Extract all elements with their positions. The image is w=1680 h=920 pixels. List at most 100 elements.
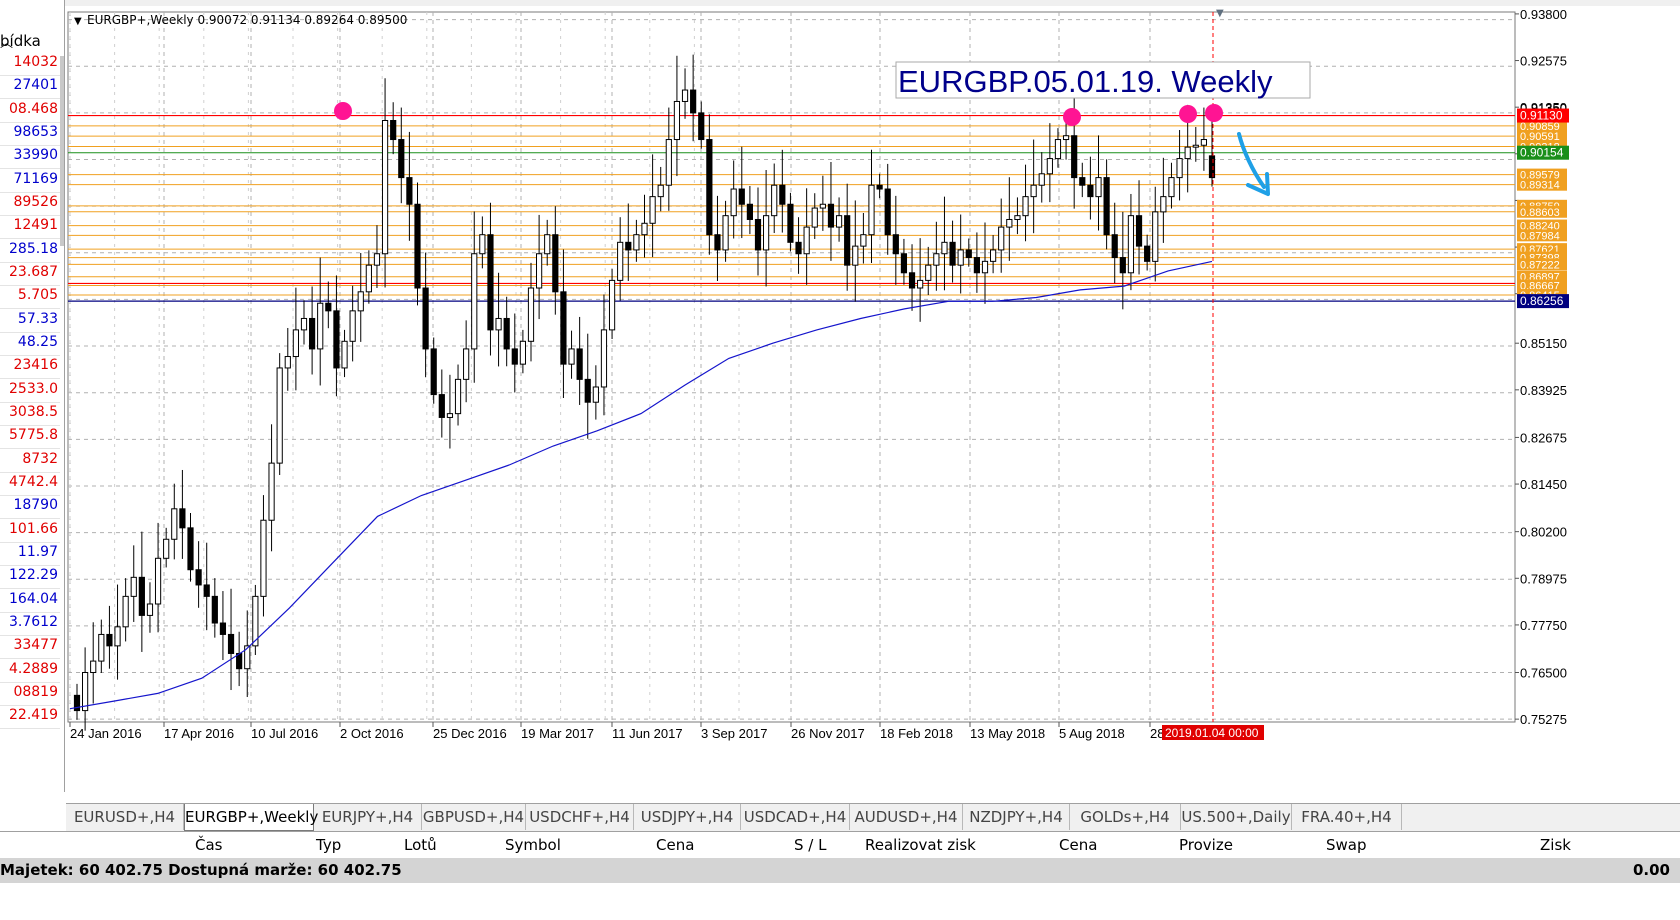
candle-body [1103, 177, 1110, 236]
candle-body [1030, 184, 1037, 198]
candle-body [398, 139, 405, 179]
candle-body [617, 241, 624, 281]
candle-body [592, 386, 599, 403]
candle-body [868, 184, 875, 236]
candle-body [187, 527, 194, 571]
chart-tab[interactable]: USDJPY+,H4 [634, 804, 741, 830]
candle-body [657, 184, 664, 198]
candle-body [600, 329, 608, 388]
candle-body [844, 215, 851, 266]
candle-body [738, 188, 745, 205]
candle-body [503, 317, 510, 350]
chart-tab[interactable]: FRA.40+,H4 [1292, 804, 1402, 830]
column-header[interactable]: Realizovat zisk [865, 836, 976, 854]
candle-body [746, 203, 753, 220]
candle-body [763, 215, 770, 251]
candle-body [227, 633, 235, 654]
chart-tab[interactable]: EURUSD+,H4 [66, 804, 184, 830]
candle-body [430, 348, 437, 396]
time-tick-label: 3 Sep 2017 [701, 726, 768, 741]
candle-body [106, 633, 113, 647]
chart-tab[interactable]: AUDUSD+,H4 [850, 804, 963, 830]
candle-body [90, 660, 97, 674]
price-level-label: 0.88603 [1520, 207, 1560, 219]
candle-body [673, 100, 681, 141]
column-header[interactable]: Symbol [505, 836, 561, 854]
candle-body [1152, 211, 1159, 262]
time-tick-label: 5 Aug 2018 [1059, 726, 1125, 741]
column-header[interactable]: Cena [1059, 836, 1097, 854]
price-level-label: 0.91130 [1520, 109, 1563, 123]
column-header[interactable]: Zisk [1540, 836, 1571, 854]
price-tick-label: 0.93800 [1520, 7, 1567, 22]
price-chart[interactable]: EURGBP.05.01.19. Weekly ▼ EURGBP+,Weekly 0… [0, 0, 1680, 803]
candle-body [341, 340, 348, 369]
candle-body [1168, 177, 1175, 198]
chart-tab[interactable]: EURJPY+,H4 [314, 804, 422, 830]
candle-body [536, 253, 543, 289]
candle-body [933, 253, 940, 266]
candle-body [722, 215, 729, 251]
candle-body [787, 203, 794, 243]
candle-body [1071, 135, 1078, 179]
candle-body [1144, 245, 1151, 262]
time-tick-label: 17 Apr 2016 [164, 726, 234, 741]
column-header[interactable]: S / L [794, 836, 826, 854]
chart-tab[interactable]: GOLDs+,H4 [1070, 804, 1181, 830]
candle-body [463, 348, 470, 380]
chart-annotation[interactable]: EURGBP.05.01.19. Weekly [898, 64, 1273, 99]
column-header[interactable]: Swap [1326, 836, 1367, 854]
chart-menu-icon[interactable]: ▼ [74, 16, 82, 27]
candle-body [454, 378, 462, 415]
candle-body [1046, 158, 1053, 175]
account-summary: Majetek: 60 402.75 Dostupná marže: 60 40… [0, 861, 402, 879]
chart-tab[interactable]: USDCAD+,H4 [741, 804, 850, 830]
time-tick-label: 10 Jul 2016 [251, 726, 318, 741]
candle-body [706, 139, 713, 236]
trade-columns-header: Čas Typ Lotů Symbol Cena S / L Realizovat zisk… [0, 831, 1680, 859]
chart-tab[interactable]: NZDJPY+,H4 [963, 804, 1070, 830]
candle-body [373, 253, 381, 266]
time-tick-label: 26 Nov 2017 [791, 726, 865, 741]
candle-body [681, 89, 689, 102]
candle-body [195, 569, 202, 586]
time-tick-label: 19 Mar 2017 [521, 726, 594, 741]
candle-body [690, 89, 697, 114]
candle-body [998, 226, 1005, 251]
candle-body [381, 119, 389, 255]
candle-body [422, 287, 429, 350]
candle-body [1208, 155, 1216, 179]
price-tick-label: 0.78975 [1520, 571, 1567, 586]
candle-body [122, 595, 129, 628]
candle-body [203, 584, 210, 597]
candle-body [892, 234, 899, 255]
column-header[interactable]: Čas [195, 836, 222, 854]
chart-tab[interactable]: EURGBP+,Weekly [184, 804, 318, 831]
time-tick-label: 18 Feb 2018 [880, 726, 953, 741]
candle-body [1200, 139, 1207, 146]
chart-tab[interactable]: GBPUSD+,H4 [422, 804, 526, 830]
candle-body [608, 279, 616, 331]
column-header[interactable]: Lotů [404, 836, 437, 854]
candle-body [487, 234, 494, 331]
candle-body [925, 264, 932, 281]
shift-marker-icon[interactable]: ▼ [1216, 8, 1224, 19]
symbol-info: EURGBP+,Weekly 0.90072 0.91134 0.89264 0… [87, 13, 407, 27]
candle-body [771, 184, 778, 217]
column-header[interactable]: Provize [1179, 836, 1233, 854]
price-tick-label: 0.82675 [1520, 430, 1567, 445]
candle-body [981, 260, 989, 274]
chart-tab[interactable]: US.500+,Daily [1181, 804, 1292, 830]
column-header[interactable]: Cena [656, 836, 694, 854]
column-header[interactable]: Typ [316, 836, 341, 854]
candle-body [835, 215, 843, 228]
candle-body [446, 413, 454, 418]
candle-body [1022, 196, 1029, 217]
chart-tab[interactable]: USDCHF+,H4 [526, 804, 634, 830]
chart-tabs: EURUSD+,H4 EURGBP+,Weekly EURJPY+,H4 GBPUSD… [66, 803, 1680, 831]
candle-body [1006, 218, 1013, 228]
candle-body [414, 203, 421, 289]
candle-body [957, 249, 964, 266]
candle-body [527, 287, 535, 342]
total-profit: 0.00 [1632, 861, 1670, 879]
